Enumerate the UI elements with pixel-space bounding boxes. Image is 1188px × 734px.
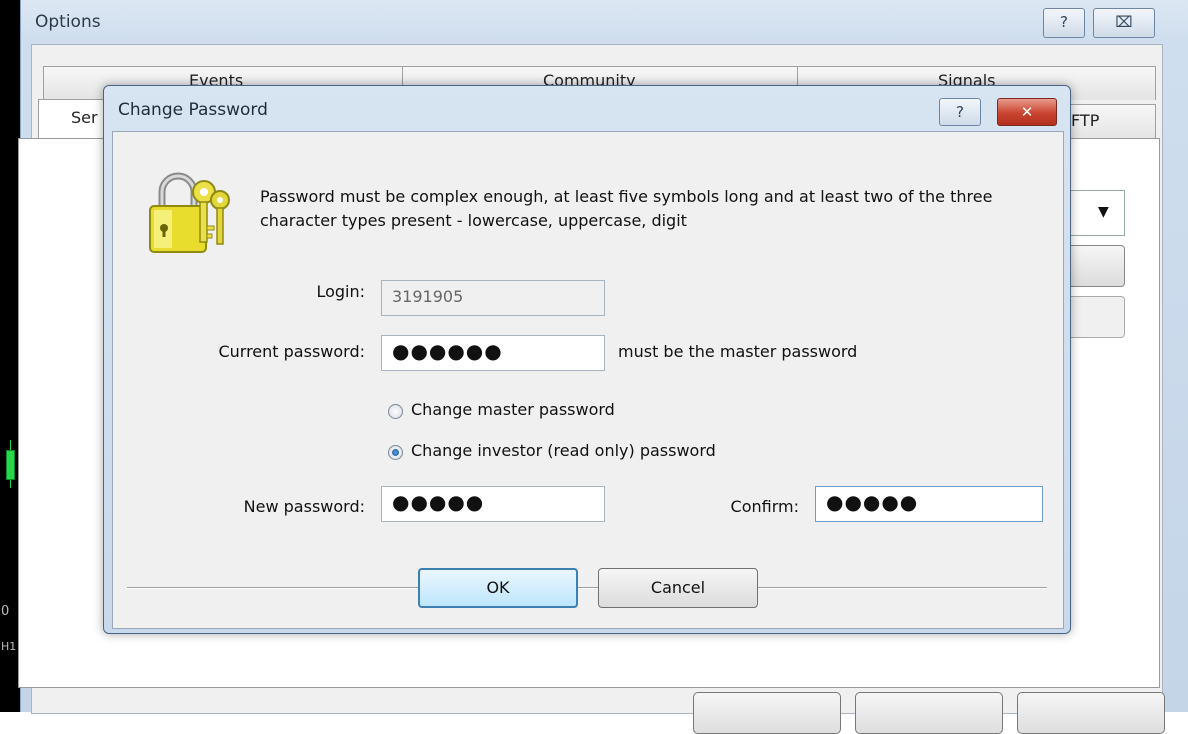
ok-button[interactable]: OK bbox=[418, 568, 578, 608]
terminal-fragment: 0 bbox=[1, 604, 10, 619]
confirm-password-input[interactable]: ●●●●● bbox=[815, 486, 1043, 522]
login-field: 3191905 bbox=[381, 280, 605, 316]
options-help-bottom-button[interactable] bbox=[1017, 692, 1165, 734]
panel-button-disabled bbox=[1068, 296, 1125, 338]
login-label: Login: bbox=[316, 282, 365, 301]
new-password-input[interactable]: ●●●●● bbox=[381, 486, 605, 522]
current-password-label: Current password: bbox=[218, 342, 365, 361]
current-password-note: must be the master password bbox=[618, 342, 858, 361]
radio-change-master-label[interactable]: Change master password bbox=[411, 400, 615, 419]
terminal-fragment: H1 bbox=[1, 640, 17, 653]
panel-button[interactable] bbox=[1068, 245, 1125, 287]
options-help-button[interactable]: ? bbox=[1043, 8, 1085, 38]
change-password-dialog: Change Password ? ✕ Password must be com… bbox=[103, 85, 1071, 634]
dialog-title: Change Password bbox=[118, 100, 268, 120]
radio-change-investor-label[interactable]: Change investor (read only) password bbox=[411, 441, 716, 460]
cancel-button[interactable]: Cancel bbox=[598, 568, 758, 608]
radio-change-master[interactable] bbox=[388, 404, 403, 419]
options-ok-button[interactable] bbox=[693, 692, 841, 734]
padlock-with-keys-icon bbox=[149, 172, 230, 253]
options-close-button[interactable]: ⌧ bbox=[1093, 8, 1155, 38]
radio-selected-dot bbox=[392, 449, 399, 456]
new-password-label: New password: bbox=[243, 497, 365, 516]
options-window-title: Options bbox=[35, 12, 101, 32]
dropdown-arrow-icon: ▼ bbox=[1098, 204, 1109, 220]
dialog-divider bbox=[127, 587, 1047, 589]
chart-candle bbox=[6, 450, 15, 480]
radio-change-investor[interactable] bbox=[388, 445, 403, 460]
dialog-body: Password must be complex enough, at leas… bbox=[112, 131, 1064, 629]
server-dropdown[interactable]: ▼ bbox=[1068, 190, 1125, 236]
options-cancel-button[interactable] bbox=[855, 692, 1003, 734]
password-requirements-text: Password must be complex enough, at leas… bbox=[260, 187, 993, 230]
dialog-help-button[interactable]: ? bbox=[939, 98, 981, 126]
confirm-label: Confirm: bbox=[730, 497, 799, 516]
dialog-close-button[interactable]: ✕ bbox=[997, 98, 1057, 126]
current-password-input[interactable]: ●●●●●● bbox=[381, 335, 605, 371]
